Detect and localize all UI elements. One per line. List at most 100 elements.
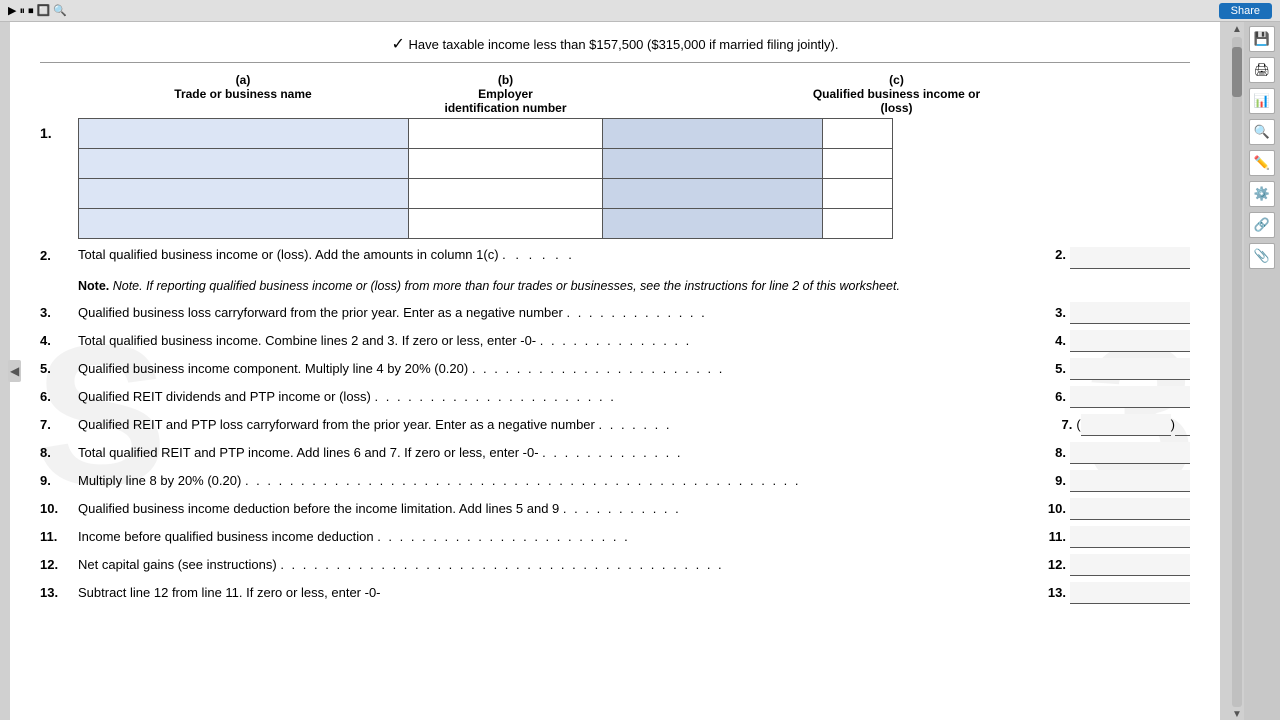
line-12: 12. Net capital gains (see instructions)… [40,554,1190,576]
toolbar-icons: ▶ ⏸ ⏹ 🔲 🔍 [8,4,67,18]
line-9-number: 9. [40,473,78,488]
line-1-number: 1. [40,73,78,239]
line-13-input[interactable] [1070,582,1190,604]
td-business-name-2[interactable] [79,149,409,179]
line-5-number: 5. [40,361,78,376]
sidebar-edit-icon[interactable]: ✏️ [1249,150,1275,176]
table-row[interactable] [79,119,893,149]
col-c-sublabel: Qualified business income or(loss) [603,87,1190,115]
line-3-number: 3. [40,305,78,320]
td-qbi-2b[interactable] [823,149,893,179]
line-13-text: Subtract line 12 from line 11. If zero o… [78,585,381,600]
scroll-up-arrow[interactable]: ▲ [1232,24,1242,35]
line-4-dots: . . . . . . . . . . . . . . [540,333,692,348]
line-11-text: Income before qualified business income … [78,529,374,544]
col-c-label: (c) [603,73,1190,87]
td-qbi-1[interactable] [603,119,823,149]
line-2-number: 2. [40,247,78,263]
td-qbi-4b[interactable] [823,209,893,239]
line-13-number: 13. [40,585,78,600]
td-qbi-3[interactable] [603,179,823,209]
sidebar-settings-icon[interactable]: ⚙️ [1249,181,1275,207]
line-2-dots: . . . . . . [502,247,575,262]
line-5-input[interactable] [1070,358,1190,380]
line-4: 4. Total qualified business income. Comb… [40,330,1190,352]
td-ein-1[interactable] [408,119,603,149]
line-11-number: 11. [40,529,78,544]
line-3-dots: . . . . . . . . . . . . . [566,305,706,320]
line-10-input[interactable] [1070,498,1190,520]
line-11-dots: . . . . . . . . . . . . . . . . . . . . … [377,529,630,544]
line-5: 5. Qualified business income component. … [40,358,1190,380]
sidebar-print-icon[interactable]: 🖨 [1249,57,1275,83]
line-6-input[interactable] [1070,386,1190,408]
line-10: 10. Qualified business income deduction … [40,498,1190,520]
line-7-text: Qualified REIT and PTP loss carryforward… [78,417,595,432]
share-button[interactable]: Share [1219,3,1272,19]
note-text: Note. If reporting qualified business in… [113,279,900,293]
col-b-label: (b) [408,73,603,87]
line-12-input[interactable] [1070,554,1190,576]
line-12-text: Net capital gains (see instructions) [78,557,277,572]
line-3: 3. Qualified business loss carryforward … [40,302,1190,324]
line-7-number: 7. [40,417,78,432]
table-row[interactable] [79,149,893,179]
line-13-ref: 13. [1048,585,1070,600]
col-b-header: (b) Employeridentification number [408,73,603,115]
line-11-ref: 11. [1049,529,1070,544]
line-3-input[interactable] [1070,302,1190,324]
td-ein-4[interactable] [408,209,603,239]
line-12-number: 12. [40,557,78,572]
sidebar-save-icon[interactable]: 💾 [1249,26,1275,52]
scrollbar[interactable]: ▲ ▼ [1230,22,1244,720]
line-8: 8. Total qualified REIT and PTP income. … [40,442,1190,464]
line-8-ref: 8. [1055,445,1070,460]
table-row[interactable] [79,209,893,239]
line-7-ref: 7. [1061,417,1076,432]
sidebar-chart-icon[interactable]: 📊 [1249,88,1275,114]
line-9-dots: . . . . . . . . . . . . . . . . . . . . … [245,473,801,488]
scroll-down-arrow[interactable]: ▼ [1232,709,1242,720]
line-10-number: 10. [40,501,78,516]
td-business-name-3[interactable] [79,179,409,209]
col-c-header: (c) Qualified business income or(loss) [603,73,1190,115]
line-10-dots: . . . . . . . . . . . [563,501,681,516]
col-a-sublabel: Trade or business name [78,87,408,101]
td-ein-3[interactable] [408,179,603,209]
td-ein-2[interactable] [408,149,603,179]
sidebar-attach-icon[interactable]: 📎 [1249,243,1275,269]
line-13: 13. Subtract line 12 from line 11. If ze… [40,582,1190,604]
line-7-input[interactable] [1081,414,1171,436]
td-qbi-4[interactable] [603,209,823,239]
sidebar-link-icon[interactable]: 🔗 [1249,212,1275,238]
line-11: 11. Income before qualified business inc… [40,526,1190,548]
col-a-header: (a) Trade or business name [78,73,408,115]
td-qbi-2[interactable] [603,149,823,179]
taxable-income-note: ✓ Have taxable income less than $157,500… [40,30,1190,63]
sidebar-search-icon[interactable]: 🔍 [1249,119,1275,145]
line-11-input[interactable] [1070,526,1190,548]
line-12-ref: 12. [1048,557,1070,572]
line-6-dots: . . . . . . . . . . . . . . . . . . . . … [375,389,616,404]
line-8-input[interactable] [1070,442,1190,464]
collapse-panel-arrow[interactable]: ◀ [8,360,21,382]
taxable-note-text: Have taxable income less than $157,500 (… [409,37,839,52]
note-label: Note. [78,279,113,293]
td-business-name-4[interactable] [79,209,409,239]
line-9-ref: 9. [1055,473,1070,488]
line-6: 6. Qualified REIT dividends and PTP inco… [40,386,1190,408]
line-8-dots: . . . . . . . . . . . . . [542,445,682,460]
line-9-input[interactable] [1070,470,1190,492]
line-9-text: Multiply line 8 by 20% (0.20) [78,473,241,488]
td-qbi-3b[interactable] [823,179,893,209]
line-8-text: Total qualified REIT and PTP income. Add… [78,445,539,460]
line-2-input[interactable] [1070,247,1190,269]
line-2: 2. Total qualified business income or (l… [40,247,1190,269]
table-row[interactable] [79,179,893,209]
line-4-input[interactable] [1070,330,1190,352]
scroll-thumb[interactable] [1232,47,1242,97]
td-qbi-1b[interactable] [823,119,893,149]
line-9: 9. Multiply line 8 by 20% (0.20) . . . .… [40,470,1190,492]
line-12-dots: . . . . . . . . . . . . . . . . . . . . … [280,557,723,572]
td-business-name-1[interactable] [79,119,409,149]
